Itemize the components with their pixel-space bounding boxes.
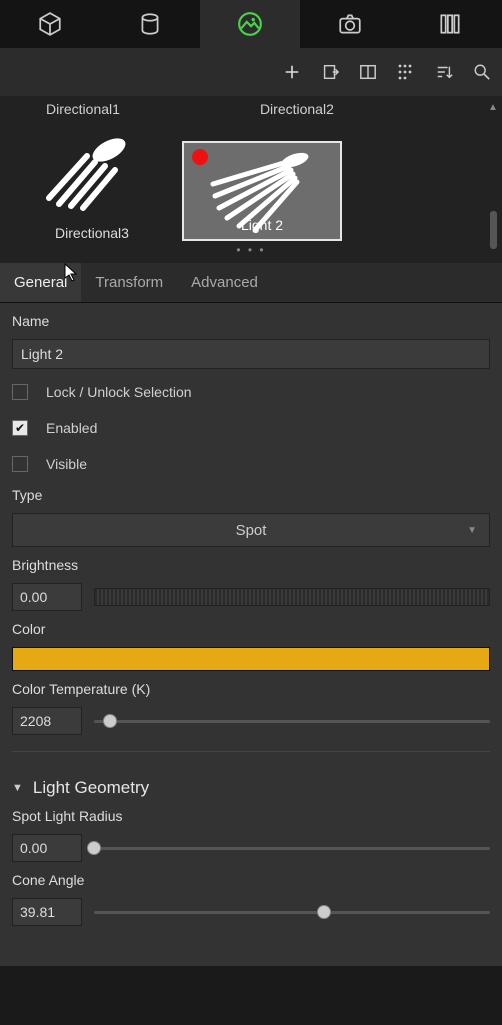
tab-general[interactable]: General [0, 263, 81, 302]
lock-label: Lock / Unlock Selection [46, 384, 192, 400]
gallery-item-label[interactable]: Directional2 [260, 101, 334, 117]
color-label: Color [12, 621, 490, 637]
type-label: Type [12, 487, 490, 503]
recording-indicator-icon [192, 149, 208, 165]
spot-radius-input[interactable] [12, 834, 82, 862]
color-temperature-slider[interactable] [94, 712, 490, 730]
spot-radius-label: Spot Light Radius [12, 808, 490, 824]
light-gallery: Directional1 Directional2 Directional3 [0, 96, 502, 263]
tab-geometry[interactable] [0, 0, 100, 48]
split-view-button[interactable] [358, 62, 378, 82]
brightness-slider[interactable] [94, 588, 490, 606]
visible-checkbox[interactable] [12, 456, 28, 472]
property-tab-bar: General Transform Advanced [0, 263, 502, 303]
properties-panel: Name Lock / Unlock Selection ✔ Enabled V… [0, 303, 502, 966]
search-button[interactable] [472, 62, 492, 82]
color-temperature-input[interactable] [12, 707, 82, 735]
columns-icon [437, 11, 463, 37]
chevron-down-icon: ▼ [12, 782, 23, 794]
color-swatch[interactable] [12, 647, 490, 671]
tab-transform[interactable]: Transform [81, 263, 177, 302]
panel-resize-handle[interactable]: • • • [12, 241, 490, 259]
spot-radius-slider[interactable] [94, 839, 490, 857]
type-value: Spot [236, 522, 267, 539]
gallery-item-directional3[interactable]: Directional3 [12, 122, 172, 241]
cone-angle-slider[interactable] [94, 903, 490, 921]
light-geometry-header[interactable]: ▼ Light Geometry [12, 778, 490, 798]
cone-angle-label: Cone Angle [12, 872, 490, 888]
lock-checkbox[interactable] [12, 384, 28, 400]
tab-advanced[interactable]: Advanced [177, 263, 272, 302]
brightness-input[interactable] [12, 583, 82, 611]
gallery-scrollbar[interactable]: ▲ [488, 102, 498, 259]
tab-environment[interactable] [200, 0, 300, 48]
name-label: Name [12, 313, 490, 329]
cube-icon [37, 11, 63, 37]
color-temperature-label: Color Temperature (K) [12, 681, 490, 697]
name-input[interactable] [12, 339, 490, 369]
directional-light-icon [37, 132, 147, 212]
visible-label: Visible [46, 456, 87, 472]
gallery-item-label[interactable]: Directional1 [46, 101, 120, 117]
gallery-item-label: Directional3 [12, 225, 172, 241]
section-title: Light Geometry [33, 778, 149, 798]
gallery-item-label: Light 2 [184, 217, 340, 233]
tab-render[interactable] [400, 0, 500, 48]
enabled-checkbox[interactable]: ✔ [12, 420, 28, 436]
list-view-button[interactable] [396, 62, 416, 82]
enabled-label: Enabled [46, 420, 97, 436]
gallery-toolbar [0, 48, 502, 96]
landscape-icon [237, 11, 263, 37]
divider [12, 751, 490, 752]
tab-camera[interactable] [300, 0, 400, 48]
tab-materials[interactable] [100, 0, 200, 48]
gallery-prev-row-labels: Directional1 Directional2 [12, 96, 490, 122]
cone-angle-input[interactable] [12, 898, 82, 926]
add-button[interactable] [282, 62, 302, 82]
sort-button[interactable] [434, 62, 454, 82]
camera-icon [337, 11, 363, 37]
chevron-down-icon: ▼ [467, 525, 477, 536]
brightness-label: Brightness [12, 557, 490, 573]
scroll-up-icon: ▲ [488, 102, 498, 113]
gallery-item-light2[interactable]: Light 2 [182, 141, 342, 241]
scroll-handle[interactable] [490, 211, 497, 249]
cylinder-icon [137, 11, 163, 37]
type-select[interactable]: Spot ▼ [12, 513, 490, 547]
duplicate-button[interactable] [320, 62, 340, 82]
main-tab-bar [0, 0, 502, 48]
